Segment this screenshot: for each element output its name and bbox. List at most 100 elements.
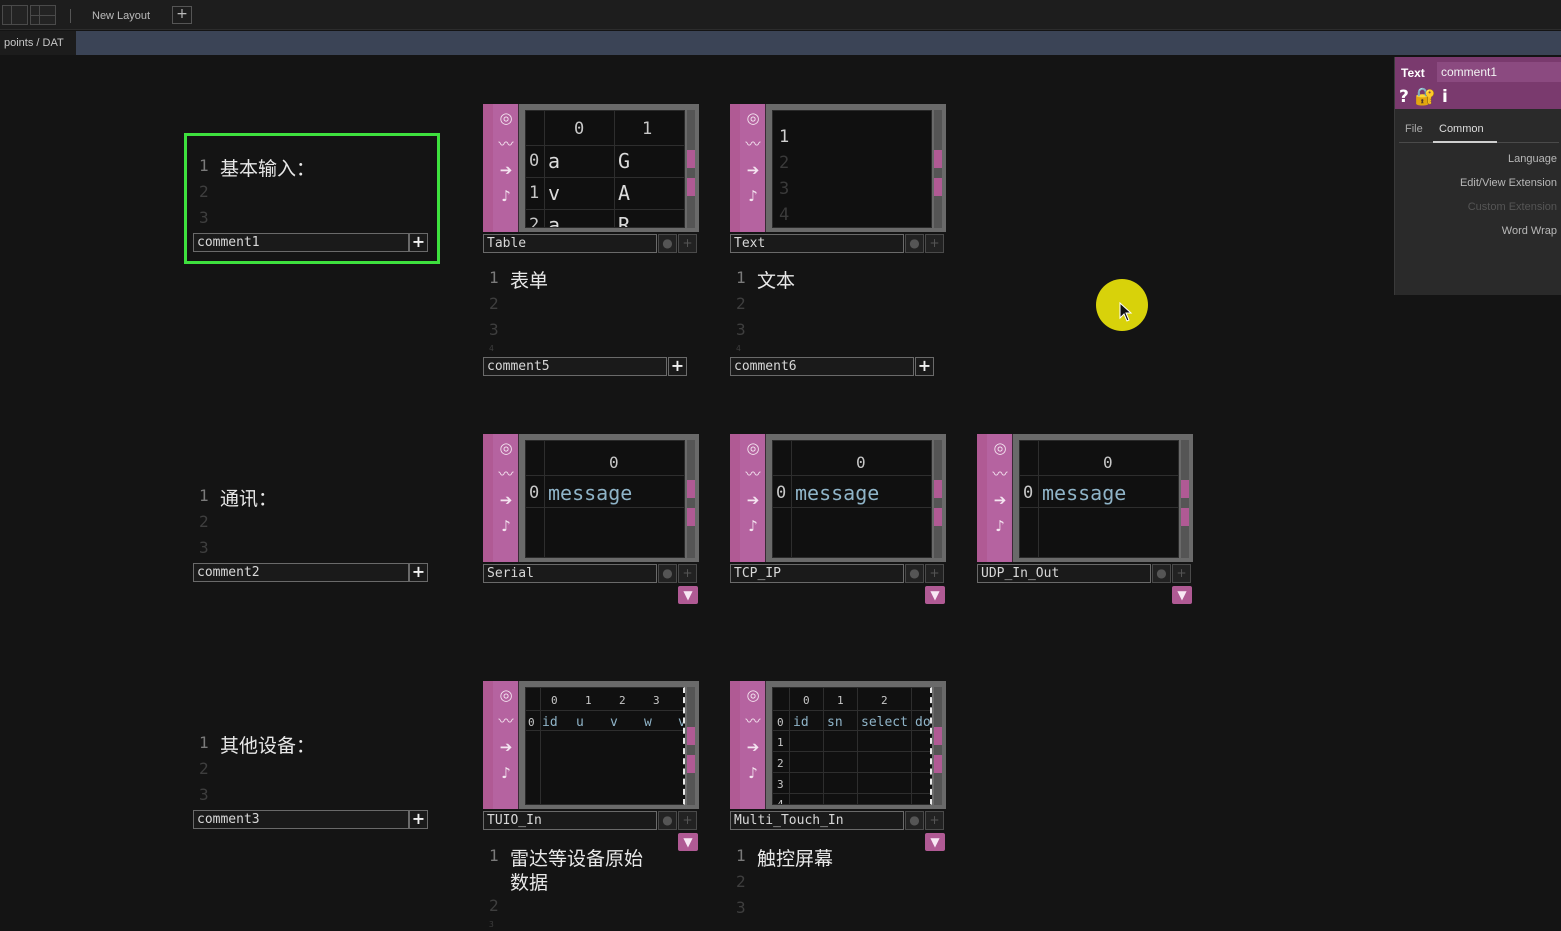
table-dat-node[interactable]: ◎ 〰 ➔ ♪ 0 1 0 a G 1 v A 2 a R Table ● + xyxy=(483,104,699,255)
viewer-scrollbar[interactable] xyxy=(1181,440,1189,558)
lock-icon[interactable]: ♪ xyxy=(493,514,519,538)
bypass-icon[interactable]: 〰 xyxy=(740,709,766,733)
display-flag-button[interactable]: ● xyxy=(905,234,924,253)
breadcrumb[interactable]: points / DAT xyxy=(0,31,76,55)
viewer-toggle-button[interactable]: + xyxy=(409,563,428,582)
input-arrow-icon[interactable]: ➔ xyxy=(740,488,766,512)
param-word-wrap[interactable]: Word Wrap xyxy=(1502,225,1557,237)
comment-dat-2[interactable]: 1 2 3 通讯： comment2 + xyxy=(187,466,437,591)
node-name-field[interactable]: Multi_Touch_In xyxy=(730,811,904,830)
node-name-field[interactable]: Text xyxy=(730,234,904,253)
single-pane-layout-icon[interactable] xyxy=(2,5,28,25)
lock-icon[interactable]: ♪ xyxy=(493,184,519,208)
add-layout-button[interactable]: + xyxy=(172,6,192,24)
operator-name-field[interactable]: comment1 xyxy=(1437,62,1561,82)
node-name-field[interactable]: comment3 xyxy=(193,810,409,829)
display-flag-button[interactable]: ● xyxy=(658,564,677,583)
display-flag-button[interactable]: ● xyxy=(658,811,677,830)
tcpip-dat-node[interactable]: ◎ 〰 ➔ ♪ 0 0 message TCP_IP ● + ▼ xyxy=(730,434,946,604)
new-layout-label[interactable]: New Layout xyxy=(92,10,150,22)
viewer-toggle-button[interactable]: + xyxy=(925,811,944,830)
tab-common[interactable]: Common xyxy=(1439,123,1484,135)
serial-dat-node[interactable]: ◎ 〰 ➔ ♪ 0 0 message Serial ● + ▼ xyxy=(483,434,699,604)
bypass-icon[interactable]: 〰 xyxy=(987,462,1013,486)
python-help-icon[interactable]: 🔐 xyxy=(1415,87,1436,107)
multitouch-dat-node[interactable]: ◎ 〰 ➔ ♪ 0 1 2 0 1 2 3 4 id sn select do … xyxy=(730,681,946,851)
display-flag-button[interactable]: ● xyxy=(905,811,924,830)
viewer-toggle-button[interactable]: + xyxy=(915,357,934,376)
node-name-field[interactable]: comment2 xyxy=(193,563,409,582)
node-name-field[interactable]: TCP_IP xyxy=(730,564,904,583)
display-flag-button[interactable]: ● xyxy=(1152,564,1171,583)
help-icon[interactable]: ? xyxy=(1399,87,1409,107)
lock-icon[interactable]: ♪ xyxy=(740,761,766,785)
viewer-toggle-button[interactable]: + xyxy=(409,233,428,252)
text-dat-node[interactable]: ◎ 〰 ➔ ♪ 1 2 3 4 Text ● + xyxy=(730,104,946,255)
node-name-field[interactable]: comment6 xyxy=(730,357,914,376)
split-pane-layout-icon[interactable] xyxy=(30,5,56,25)
node-name-field[interactable]: Table xyxy=(483,234,657,253)
lock-icon[interactable]: ♪ xyxy=(987,514,1013,538)
bypass-icon[interactable]: 〰 xyxy=(740,132,766,156)
tuio-viewer[interactable]: 0 1 2 3 0 id u v w v xyxy=(525,687,685,805)
lock-icon[interactable]: ♪ xyxy=(740,184,766,208)
viewer-icon[interactable]: ◎ xyxy=(740,683,766,707)
viewer-toggle-button[interactable]: + xyxy=(668,357,687,376)
bypass-icon[interactable]: 〰 xyxy=(493,709,519,733)
comment-dat-5[interactable]: 1 2 3 4 表单 comment5 + xyxy=(483,262,693,380)
viewer-icon[interactable]: ◎ xyxy=(740,436,766,460)
viewer-scrollbar[interactable] xyxy=(934,110,942,228)
multitouch-viewer[interactable]: 0 1 2 0 1 2 3 4 id sn select do xyxy=(772,687,932,805)
viewer-icon[interactable]: ◎ xyxy=(493,683,519,707)
node-name-field[interactable]: UDP_In_Out xyxy=(977,564,1151,583)
viewer-toggle-button[interactable]: + xyxy=(678,811,697,830)
display-flag-button[interactable]: ● xyxy=(658,234,677,253)
input-arrow-icon[interactable]: ➔ xyxy=(987,488,1013,512)
output-download-icon[interactable]: ▼ xyxy=(925,586,945,604)
lock-icon[interactable]: ♪ xyxy=(740,514,766,538)
serial-viewer[interactable]: 0 0 message xyxy=(525,440,685,558)
udp-dat-node[interactable]: ◎ 〰 ➔ ♪ 0 0 message UDP_In_Out ● + ▼ xyxy=(977,434,1193,604)
viewer-icon[interactable]: ◎ xyxy=(740,106,766,130)
viewer-scrollbar[interactable] xyxy=(934,687,942,805)
viewer-scrollbar[interactable] xyxy=(687,687,695,805)
output-download-icon[interactable]: ▼ xyxy=(678,586,698,604)
param-language[interactable]: Language xyxy=(1508,153,1557,165)
input-arrow-icon[interactable]: ➔ xyxy=(493,158,519,182)
viewer-toggle-button[interactable]: + xyxy=(925,564,944,583)
viewer-toggle-button[interactable]: + xyxy=(678,564,697,583)
info-icon[interactable]: i xyxy=(1442,87,1448,107)
comment-dat-3[interactable]: 1 2 3 其他设备： comment3 + xyxy=(187,713,437,838)
lock-icon[interactable]: ♪ xyxy=(493,761,519,785)
table-viewer[interactable]: 0 1 0 a G 1 v A 2 a R xyxy=(525,110,685,228)
viewer-scrollbar[interactable] xyxy=(934,440,942,558)
comment-dat-6[interactable]: 1 2 3 4 文本 comment6 + xyxy=(730,262,940,380)
viewer-toggle-button[interactable]: + xyxy=(1172,564,1191,583)
text-viewer[interactable]: 1 2 3 4 xyxy=(772,110,932,228)
comment-dat-touch[interactable]: 1 触控屏幕 2 3 xyxy=(730,840,940,931)
input-arrow-icon[interactable]: ➔ xyxy=(493,735,519,759)
input-arrow-icon[interactable]: ➔ xyxy=(493,488,519,512)
node-name-field[interactable]: comment1 xyxy=(193,233,409,252)
bypass-icon[interactable]: 〰 xyxy=(740,462,766,486)
node-name-field[interactable]: TUIO_In xyxy=(483,811,657,830)
comment-dat-1[interactable]: 1 2 3 基本输入： comment1 + xyxy=(187,136,437,261)
udp-viewer[interactable]: 0 0 message xyxy=(1019,440,1179,558)
output-download-icon[interactable]: ▼ xyxy=(1172,586,1192,604)
display-flag-button[interactable]: ● xyxy=(905,564,924,583)
tcpip-viewer[interactable]: 0 0 message xyxy=(772,440,932,558)
comment-dat-radar[interactable]: 1 雷达等设备原始 数据 2 3 xyxy=(483,840,693,931)
viewer-icon[interactable]: ◎ xyxy=(493,106,519,130)
tab-file[interactable]: File xyxy=(1405,123,1423,135)
viewer-scrollbar[interactable] xyxy=(687,110,695,228)
viewer-icon[interactable]: ◎ xyxy=(987,436,1013,460)
input-arrow-icon[interactable]: ➔ xyxy=(740,735,766,759)
node-name-field[interactable]: comment5 xyxy=(483,357,667,376)
param-edit-view-extension[interactable]: Edit/View Extension xyxy=(1460,177,1557,189)
viewer-toggle-button[interactable]: + xyxy=(678,234,697,253)
input-arrow-icon[interactable]: ➔ xyxy=(740,158,766,182)
viewer-toggle-button[interactable]: + xyxy=(925,234,944,253)
viewer-toggle-button[interactable]: + xyxy=(409,810,428,829)
bypass-icon[interactable]: 〰 xyxy=(493,462,519,486)
bypass-icon[interactable]: 〰 xyxy=(493,132,519,156)
